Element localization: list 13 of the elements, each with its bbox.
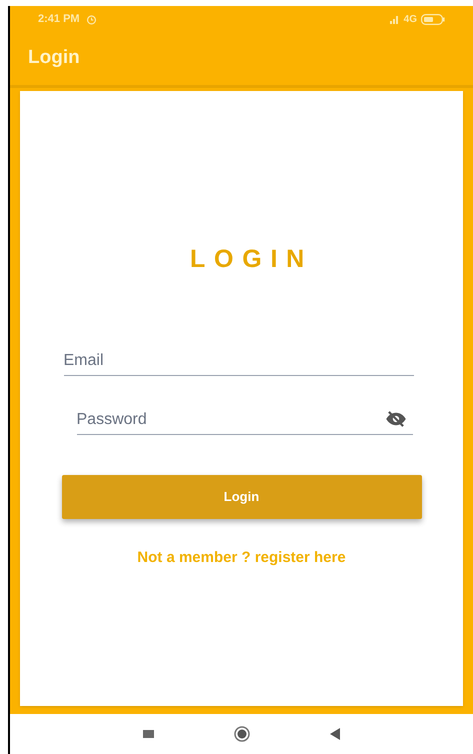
app-bar-title: Login (28, 46, 80, 70)
alarm-icon (86, 14, 97, 24)
login-button[interactable]: Login (62, 474, 422, 518)
email-field[interactable]: Email (64, 346, 414, 376)
register-link[interactable]: Not a member ? register here (137, 546, 346, 569)
network-label: 4G (404, 12, 417, 26)
home-icon[interactable] (234, 726, 250, 742)
signal-icon (390, 14, 400, 24)
login-heading: LOGIN (190, 244, 313, 275)
back-icon[interactable] (330, 728, 340, 740)
status-time: 2:41 PM (38, 12, 80, 27)
eye-off-icon[interactable] (384, 410, 406, 426)
battery-icon (421, 14, 445, 24)
